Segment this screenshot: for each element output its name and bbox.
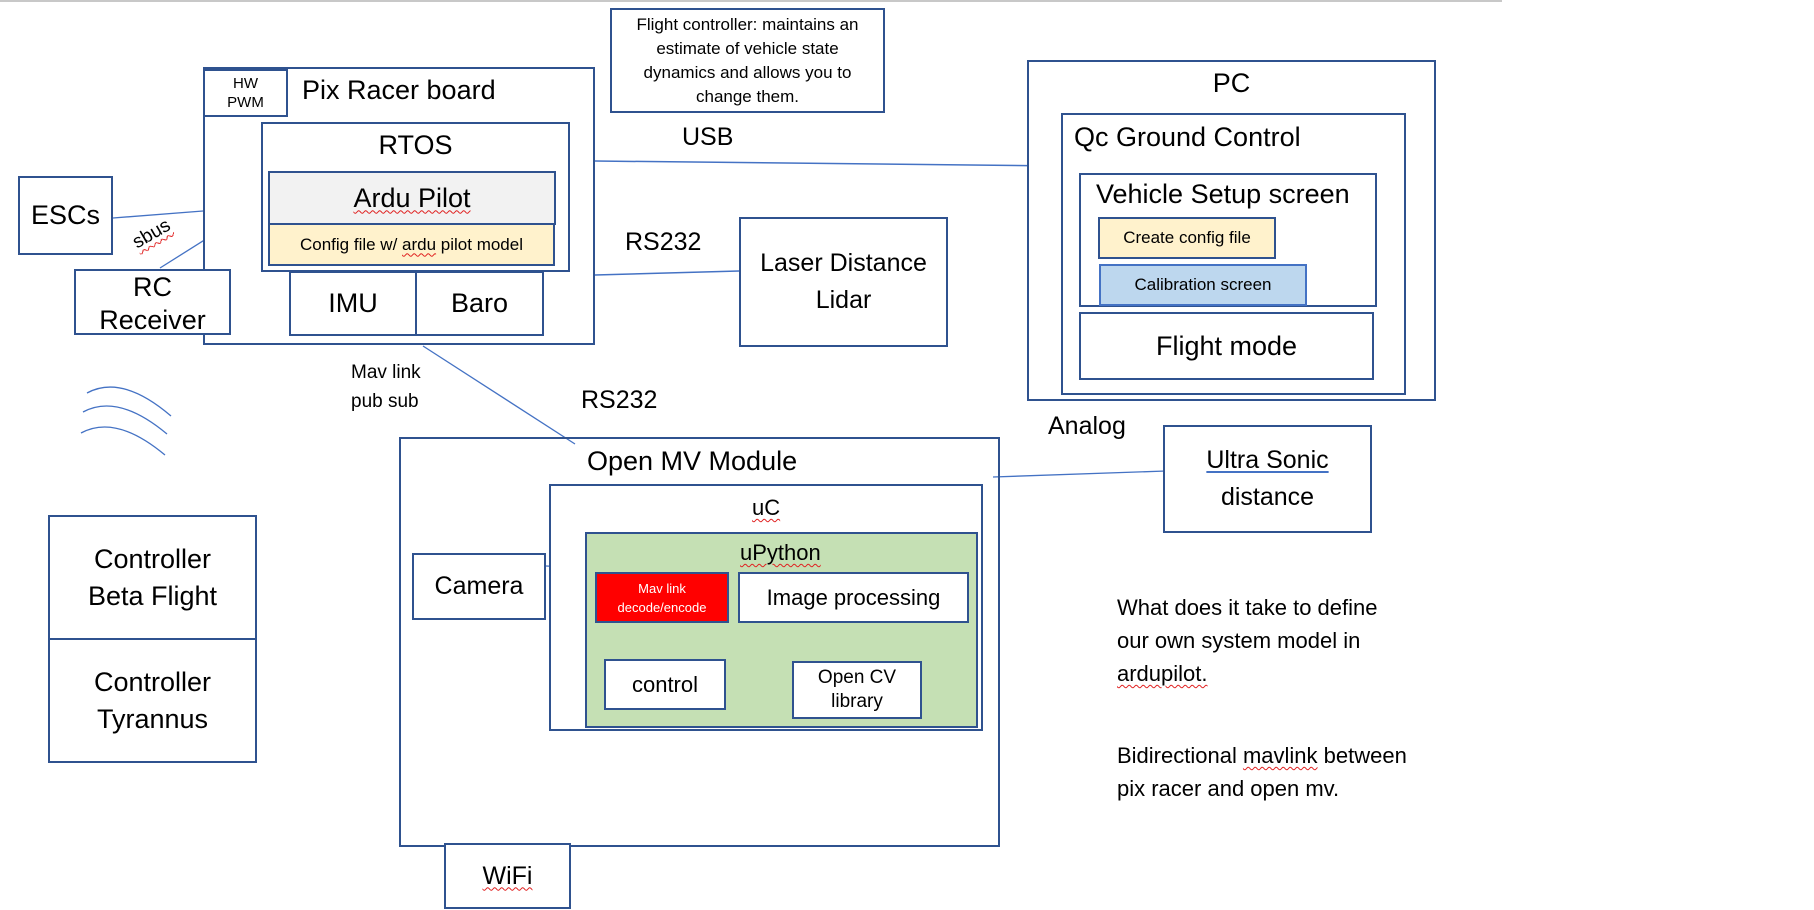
- controller-betaflight: Controller Beta Flight: [48, 515, 257, 640]
- mavlink-note-line2: pix racer and open mv.: [1117, 776, 1340, 801]
- pixracer-title: Pix Racer board: [302, 75, 496, 105]
- wifi-box: WiFi: [444, 843, 571, 909]
- controller-betaflight-line2: Beta Flight: [87, 580, 218, 611]
- flight-controller-note: Flight controller: maintains an estimate…: [610, 8, 885, 113]
- upython-title: uPython: [740, 540, 821, 565]
- controller-tyrannus-line2: Tyrannus: [96, 703, 209, 734]
- laser-lidar-box: Laser Distance Lidar: [739, 217, 948, 347]
- hw-pwm-line1: HW: [233, 75, 258, 92]
- baro-label: Baro: [450, 288, 509, 318]
- calibration-screen-box: Calibration screen: [1099, 264, 1307, 306]
- question-note-line3: ardupilot.: [1117, 661, 1208, 686]
- mavlink-codec-line1: Mav link: [638, 580, 686, 596]
- mavlink-codec-line2: decode/encode: [617, 599, 707, 615]
- flight-controller-note-text: Flight controller: maintains an estimate…: [636, 14, 859, 106]
- config-file-suffix: pilot model: [436, 234, 523, 254]
- rtos-title: RTOS: [378, 130, 453, 160]
- usb-connector: [594, 160, 1062, 167]
- rc-receiver-box: RC Receiver: [74, 269, 231, 335]
- create-config-label: Create config file: [1123, 228, 1251, 247]
- imu-label: IMU: [328, 288, 378, 318]
- analog-connector: [992, 470, 1167, 478]
- pc-title: PC: [1212, 68, 1251, 98]
- ultrasonic-line1: Ultra Sonic: [1206, 446, 1329, 474]
- mavlink-codec-box: Mav link decode/encode: [595, 572, 729, 623]
- controller-betaflight-line1: Controller: [93, 543, 212, 574]
- control-label: control: [631, 671, 699, 697]
- mavlink-connector: [422, 345, 576, 445]
- mavlink-pubsub-line2: pub sub: [351, 391, 419, 412]
- wifi-signal-arc-1: [86, 386, 172, 417]
- config-file-ardu: ardu: [402, 234, 437, 254]
- ultrasonic-box: Ultra Sonic distance: [1163, 425, 1372, 533]
- analog-label: Analog: [1048, 412, 1126, 440]
- rs232-lidar-connector: [594, 270, 740, 276]
- opencv-line2: library: [831, 691, 883, 712]
- question-note-line1: What does it take to define: [1117, 595, 1378, 620]
- config-file-box: Config file w/ ardu pilot model: [268, 223, 555, 266]
- camera-box: Camera: [412, 553, 546, 620]
- image-processing-box: Image processing: [738, 572, 969, 623]
- rs232-lidar-label: RS232: [625, 228, 702, 256]
- hw-pwm-box: HW PWM: [203, 69, 288, 117]
- wifi-signal-arc-3: [80, 426, 166, 456]
- mavlink-pubsub-line1: Mav link: [351, 362, 421, 383]
- config-file-label: Config file w/ ardu pilot model: [300, 235, 523, 255]
- baro-box: Baro: [415, 271, 544, 336]
- question-note-line2: our own system model in: [1117, 628, 1361, 653]
- controller-tyrannus-line1: Controller: [93, 666, 212, 697]
- mavlink-note: Bidirectional mavlink between pix racer …: [1117, 739, 1407, 805]
- question-note: What does it take to define our own syst…: [1117, 591, 1378, 690]
- rc-receiver-line2: Receiver: [99, 305, 206, 335]
- rc-receiver-line1: RC: [133, 272, 172, 302]
- mavlink-note-line1-c: between: [1317, 743, 1407, 768]
- escs-box: ESCs: [18, 176, 113, 255]
- rs232-openmv-label: RS232: [581, 386, 658, 414]
- wifi-label: WiFi: [482, 861, 533, 890]
- ultrasonic-line2: distance: [1220, 483, 1315, 511]
- mavlink-note-line1-b: mavlink: [1242, 743, 1318, 768]
- usb-label: USB: [682, 123, 734, 151]
- hw-pwm-line2: PWM: [227, 94, 264, 111]
- uc-title: uC: [752, 495, 781, 520]
- flight-mode-box: Flight mode: [1079, 312, 1374, 380]
- calibration-screen-label: Calibration screen: [1134, 275, 1272, 294]
- flight-mode-label: Flight mode: [1155, 330, 1298, 361]
- ardupilot-box: Ardu Pilot: [268, 171, 556, 225]
- imu-box: IMU: [289, 271, 417, 336]
- vehicle-setup-title: Vehicle Setup screen: [1096, 179, 1350, 209]
- escs-label: ESCs: [30, 200, 101, 230]
- opencv-box: Open CV library: [792, 661, 922, 719]
- image-processing-label: Image processing: [766, 584, 941, 610]
- mavlink-pubsub-label: Mav link pub sub: [351, 358, 421, 416]
- qgc-title: Qc Ground Control: [1074, 122, 1301, 152]
- laser-lidar-line2: Lidar: [815, 286, 872, 314]
- mavlink-note-line1-a: Bidirectional: [1117, 743, 1243, 768]
- mavlink-note-line1: Bidirectional mavlink between: [1117, 739, 1407, 772]
- openmv-title: Open MV Module: [587, 446, 798, 476]
- control-box: control: [604, 659, 726, 710]
- config-file-prefix: Config file w/: [299, 234, 403, 254]
- wifi-signal-arc-2: [82, 405, 168, 435]
- opencv-line1: Open CV: [817, 667, 897, 688]
- camera-label: Camera: [434, 572, 524, 600]
- laser-lidar-line1: Laser Distance: [760, 249, 927, 277]
- ardupilot-label: Ardu Pilot: [353, 182, 471, 213]
- create-config-box: Create config file: [1098, 217, 1276, 259]
- controller-tyrannus: Controller Tyrannus: [48, 638, 257, 763]
